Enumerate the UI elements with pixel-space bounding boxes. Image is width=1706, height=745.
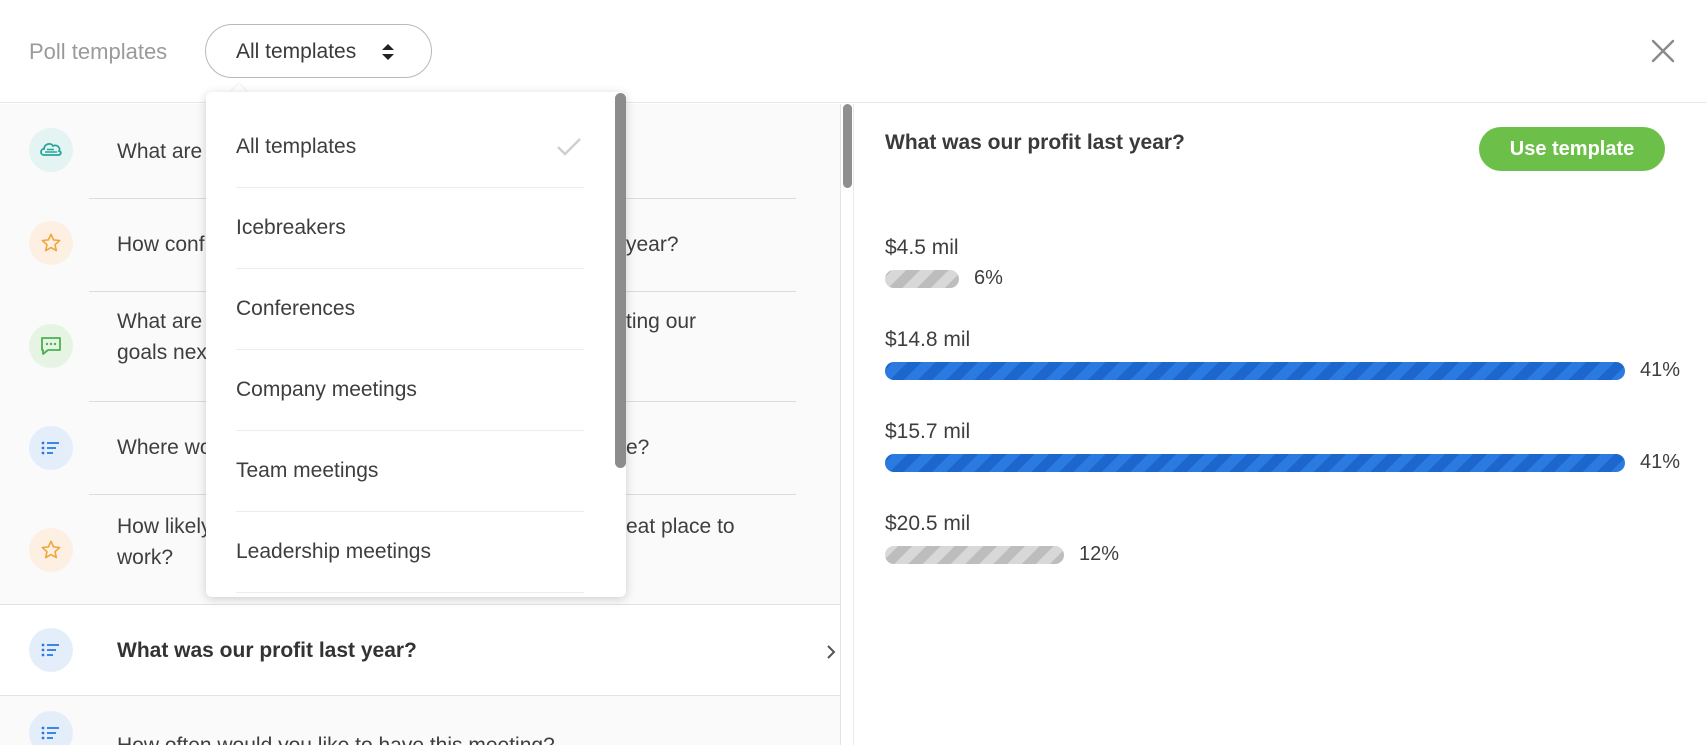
list-item[interactable]: How often would you like to have this me… — [0, 696, 840, 745]
template-filter-menu: All templates Icebreakers Conferences Co… — [206, 92, 626, 597]
poll-option-label: $15.7 mil — [885, 420, 971, 443]
page-title: Poll templates — [29, 39, 168, 64]
menu-item-company-meetings[interactable]: Company meetings — [236, 350, 584, 431]
poll-option-label: $20.5 mil — [885, 512, 971, 535]
menu-item-team-meetings[interactable]: Team meetings — [236, 431, 584, 512]
menu-item-conferences[interactable]: Conferences — [236, 269, 584, 350]
list-icon — [29, 711, 73, 745]
poll-option-bar — [885, 546, 1064, 564]
checkmark-icon — [557, 138, 581, 156]
template-filter-value: All templates — [236, 40, 357, 63]
list-item-text-tail: eat place to — [626, 515, 735, 538]
list-item-selected[interactable]: What was our profit last year? — [0, 604, 840, 696]
header-bar: Poll templates All templates — [0, 0, 1706, 103]
poll-option: $4.5 mil 6% — [885, 236, 1003, 289]
chevron-right-icon — [827, 645, 836, 659]
poll-option-label: $14.8 mil — [885, 328, 971, 351]
template-filter-select[interactable]: All templates — [205, 24, 432, 78]
poll-option: $14.8 mil 41% — [885, 328, 1680, 381]
list-item-text: What was our profit last year? — [117, 639, 417, 662]
poll-option-bar — [885, 454, 1625, 472]
menu-item-all-templates[interactable]: All templates — [236, 107, 584, 188]
cloud-icon — [29, 128, 73, 172]
list-item-text: How often would you like to have this me… — [117, 730, 717, 745]
list-item-text-tail: year? — [626, 233, 679, 256]
poll-option-percent: 6% — [974, 267, 1003, 289]
poll-option-percent: 12% — [1079, 543, 1120, 565]
menu-item-label: Team meetings — [236, 459, 379, 482]
poll-option-bar — [885, 362, 1625, 380]
list-item-text-tail: ting our — [626, 310, 697, 333]
menu-scrollbar[interactable] — [615, 93, 626, 468]
chat-icon — [29, 324, 73, 368]
list-icon — [29, 426, 73, 470]
poll-option-percent: 41% — [1640, 359, 1681, 381]
poll-option: $15.7 mil 41% — [885, 420, 1680, 473]
poll-option-label: $4.5 mil — [885, 236, 959, 259]
poll-option-percent: 41% — [1640, 451, 1681, 473]
menu-item-icebreakers[interactable]: Icebreakers — [236, 188, 584, 269]
list-item-text-tail: e? — [626, 436, 650, 459]
menu-item-label: Icebreakers — [236, 216, 346, 239]
menu-item-label: Company meetings — [236, 378, 417, 401]
sort-arrows-icon — [382, 44, 394, 60]
poll-option-bar — [885, 270, 959, 288]
menu-item-label: All templates — [236, 135, 357, 158]
menu-item-label: Leadership meetings — [236, 540, 431, 563]
menu-item-leadership-meetings[interactable]: Leadership meetings — [236, 512, 584, 593]
menu-item-label: Conferences — [236, 297, 356, 320]
star-icon — [29, 528, 73, 572]
poll-option: $20.5 mil 12% — [885, 512, 1119, 565]
list-scrollbar[interactable] — [843, 104, 852, 188]
panel-divider — [853, 104, 854, 745]
list-icon — [29, 628, 73, 672]
preview-question: What was our profit last year? — [885, 131, 1185, 154]
star-icon — [29, 221, 73, 265]
close-icon[interactable] — [1650, 38, 1676, 64]
use-template-button[interactable]: Use template — [1479, 127, 1665, 171]
